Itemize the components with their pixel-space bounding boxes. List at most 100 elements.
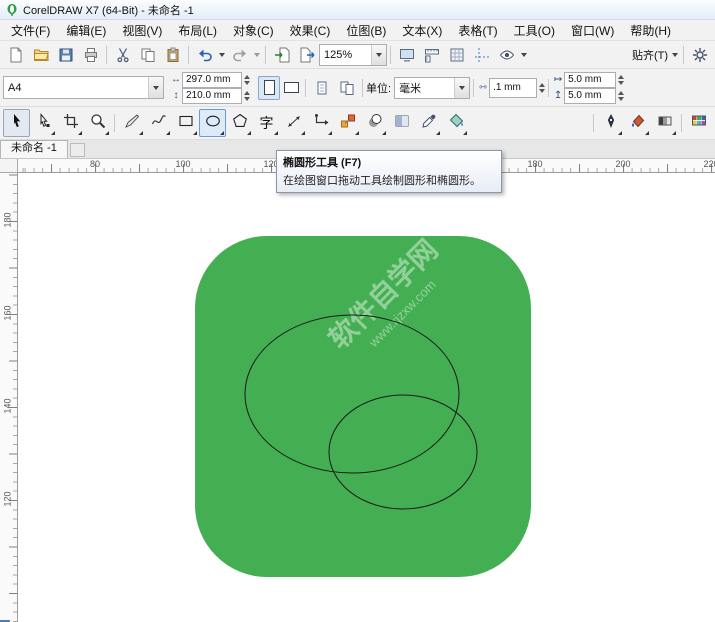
text-tool-icon: 字 <box>260 116 274 130</box>
import-icon <box>274 47 290 63</box>
pick-tool[interactable] <box>3 109 30 137</box>
menu-effects[interactable]: 效果(C) <box>282 20 339 41</box>
menu-bitmaps[interactable]: 位图(B) <box>338 20 394 41</box>
page-height-spinner[interactable] <box>244 91 250 101</box>
snap-to-dropdown[interactable]: 贴齐(T) <box>630 44 680 66</box>
drawing-canvas[interactable]: 软件自学网 www.rjzxw.com <box>18 173 715 622</box>
menu-window[interactable]: 窗口(W) <box>563 20 622 41</box>
crop-tool[interactable] <box>57 109 84 137</box>
page-width-field[interactable]: 297.0 mm <box>182 72 242 88</box>
zoom-level-value: 125% <box>324 49 352 61</box>
ruler-origin-button[interactable] <box>0 159 18 173</box>
document-tab[interactable]: 未命名 -1 <box>0 140 68 158</box>
menu-layout[interactable]: 布局(L) <box>170 20 225 41</box>
zoom-combo-button[interactable] <box>371 45 386 65</box>
nudge-spinner[interactable] <box>539 83 545 93</box>
duplicate-x-field[interactable]: 5.0 mm <box>564 72 616 88</box>
page-width-spinner[interactable] <box>244 75 250 85</box>
duplicate-x-icon: ↦ <box>552 74 564 85</box>
color-eyedropper-tool[interactable] <box>415 109 442 137</box>
blend-tool[interactable] <box>334 109 361 137</box>
current-page-button[interactable] <box>309 76 334 100</box>
outline-pen-icon <box>603 113 619 134</box>
all-pages-button[interactable] <box>334 76 359 100</box>
outline-pen-tool[interactable] <box>597 109 624 137</box>
rectangle-tool[interactable] <box>172 109 199 137</box>
menu-file[interactable]: 文件(F) <box>3 20 58 41</box>
polygon-tool[interactable] <box>226 109 253 137</box>
open-button[interactable] <box>28 43 53 67</box>
duplicate-y-field[interactable]: 5.0 mm <box>564 88 616 104</box>
guidelines-button[interactable] <box>469 43 494 67</box>
cut-button[interactable] <box>110 43 135 67</box>
export-icon <box>299 47 315 63</box>
drop-shadow-tool[interactable] <box>361 109 388 137</box>
new-tab-button[interactable] <box>70 143 85 157</box>
units-combo-button[interactable] <box>454 78 469 98</box>
color-palette-button[interactable] <box>685 109 712 137</box>
transparency-tool[interactable] <box>388 109 415 137</box>
h-ruler-number: 200 <box>615 159 630 169</box>
interactive-fill-tool[interactable] <box>651 109 678 137</box>
undo-list-dropdown[interactable] <box>217 44 227 66</box>
menu-table[interactable]: 表格(T) <box>450 20 505 41</box>
options-button[interactable] <box>687 43 712 67</box>
page-width-row: ↔ 297.0 mm <box>170 72 250 87</box>
tooltip-body: 在绘图窗口拖动工具绘制圆形和椭圆形。 <box>283 172 495 188</box>
ellipse-tool[interactable] <box>199 109 226 137</box>
menu-help[interactable]: 帮助(H) <box>622 20 679 41</box>
menu-text[interactable]: 文本(X) <box>394 20 450 41</box>
print-button[interactable] <box>78 43 103 67</box>
view-mode-button[interactable] <box>494 43 519 67</box>
import-button[interactable] <box>269 43 294 67</box>
all-pages-icon <box>339 80 355 96</box>
page-size-combo-button[interactable] <box>148 77 163 98</box>
show-rulers-button[interactable] <box>419 43 444 67</box>
paste-button[interactable] <box>160 43 185 67</box>
text-tool[interactable]: 字 <box>253 109 280 137</box>
snap-to-label: 贴齐(T) <box>632 47 668 63</box>
duplicate-y-spinner[interactable] <box>618 91 624 101</box>
view-mode-eye-icon <box>499 47 515 63</box>
export-button[interactable] <box>294 43 319 67</box>
units-combo[interactable]: 毫米 <box>394 77 470 99</box>
redo-button[interactable] <box>227 43 252 67</box>
portrait-button[interactable] <box>258 76 280 100</box>
freehand-tool[interactable] <box>118 109 145 137</box>
options-gear-icon <box>692 47 708 63</box>
title-bar[interactable]: CorelDRAW X7 (64-Bit) - 未命名 -1 <box>0 0 715 20</box>
redo-list-dropdown[interactable] <box>252 44 262 66</box>
chevron-down-icon <box>376 53 382 57</box>
toolbar-separator <box>305 79 306 97</box>
smart-fill-tool[interactable] <box>442 109 469 137</box>
landscape-button[interactable] <box>280 76 302 100</box>
duplicate-y-row: ↥ 5.0 mm <box>552 88 624 103</box>
show-grid-button[interactable] <box>444 43 469 67</box>
fill-tool[interactable] <box>624 109 651 137</box>
zoom-tool[interactable] <box>84 109 111 137</box>
page-size-combo[interactable]: A4 <box>3 76 164 99</box>
connector-tool[interactable] <box>307 109 334 137</box>
toolbar-separator <box>390 46 391 64</box>
menu-tools[interactable]: 工具(O) <box>506 20 563 41</box>
duplicate-x-spinner[interactable] <box>618 75 624 85</box>
save-button[interactable] <box>53 43 78 67</box>
nudge-distance-field[interactable]: .1 mm <box>489 78 537 98</box>
shape-tool[interactable] <box>30 109 57 137</box>
tooltip-title: 椭圆形工具 (F7) <box>283 154 495 170</box>
fullscreen-preview-button[interactable] <box>394 43 419 67</box>
zoom-level-combo[interactable]: 125% <box>319 44 387 66</box>
dimension-tool[interactable] <box>280 109 307 137</box>
menu-view[interactable]: 视图(V) <box>114 20 170 41</box>
new-document-button[interactable] <box>3 43 28 67</box>
artistic-media-tool[interactable] <box>145 109 172 137</box>
page-height-field[interactable]: 210.0 mm <box>182 88 242 104</box>
new-document-icon <box>8 47 24 63</box>
copy-button[interactable] <box>135 43 160 67</box>
green-rounded-square[interactable] <box>195 236 531 577</box>
vertical-ruler[interactable]: 180 160 140 120 <box>0 173 18 622</box>
menu-object[interactable]: 对象(C) <box>225 20 282 41</box>
menu-edit[interactable]: 编辑(E) <box>58 20 114 41</box>
undo-button[interactable] <box>192 43 217 67</box>
view-mode-dropdown[interactable] <box>519 44 529 66</box>
